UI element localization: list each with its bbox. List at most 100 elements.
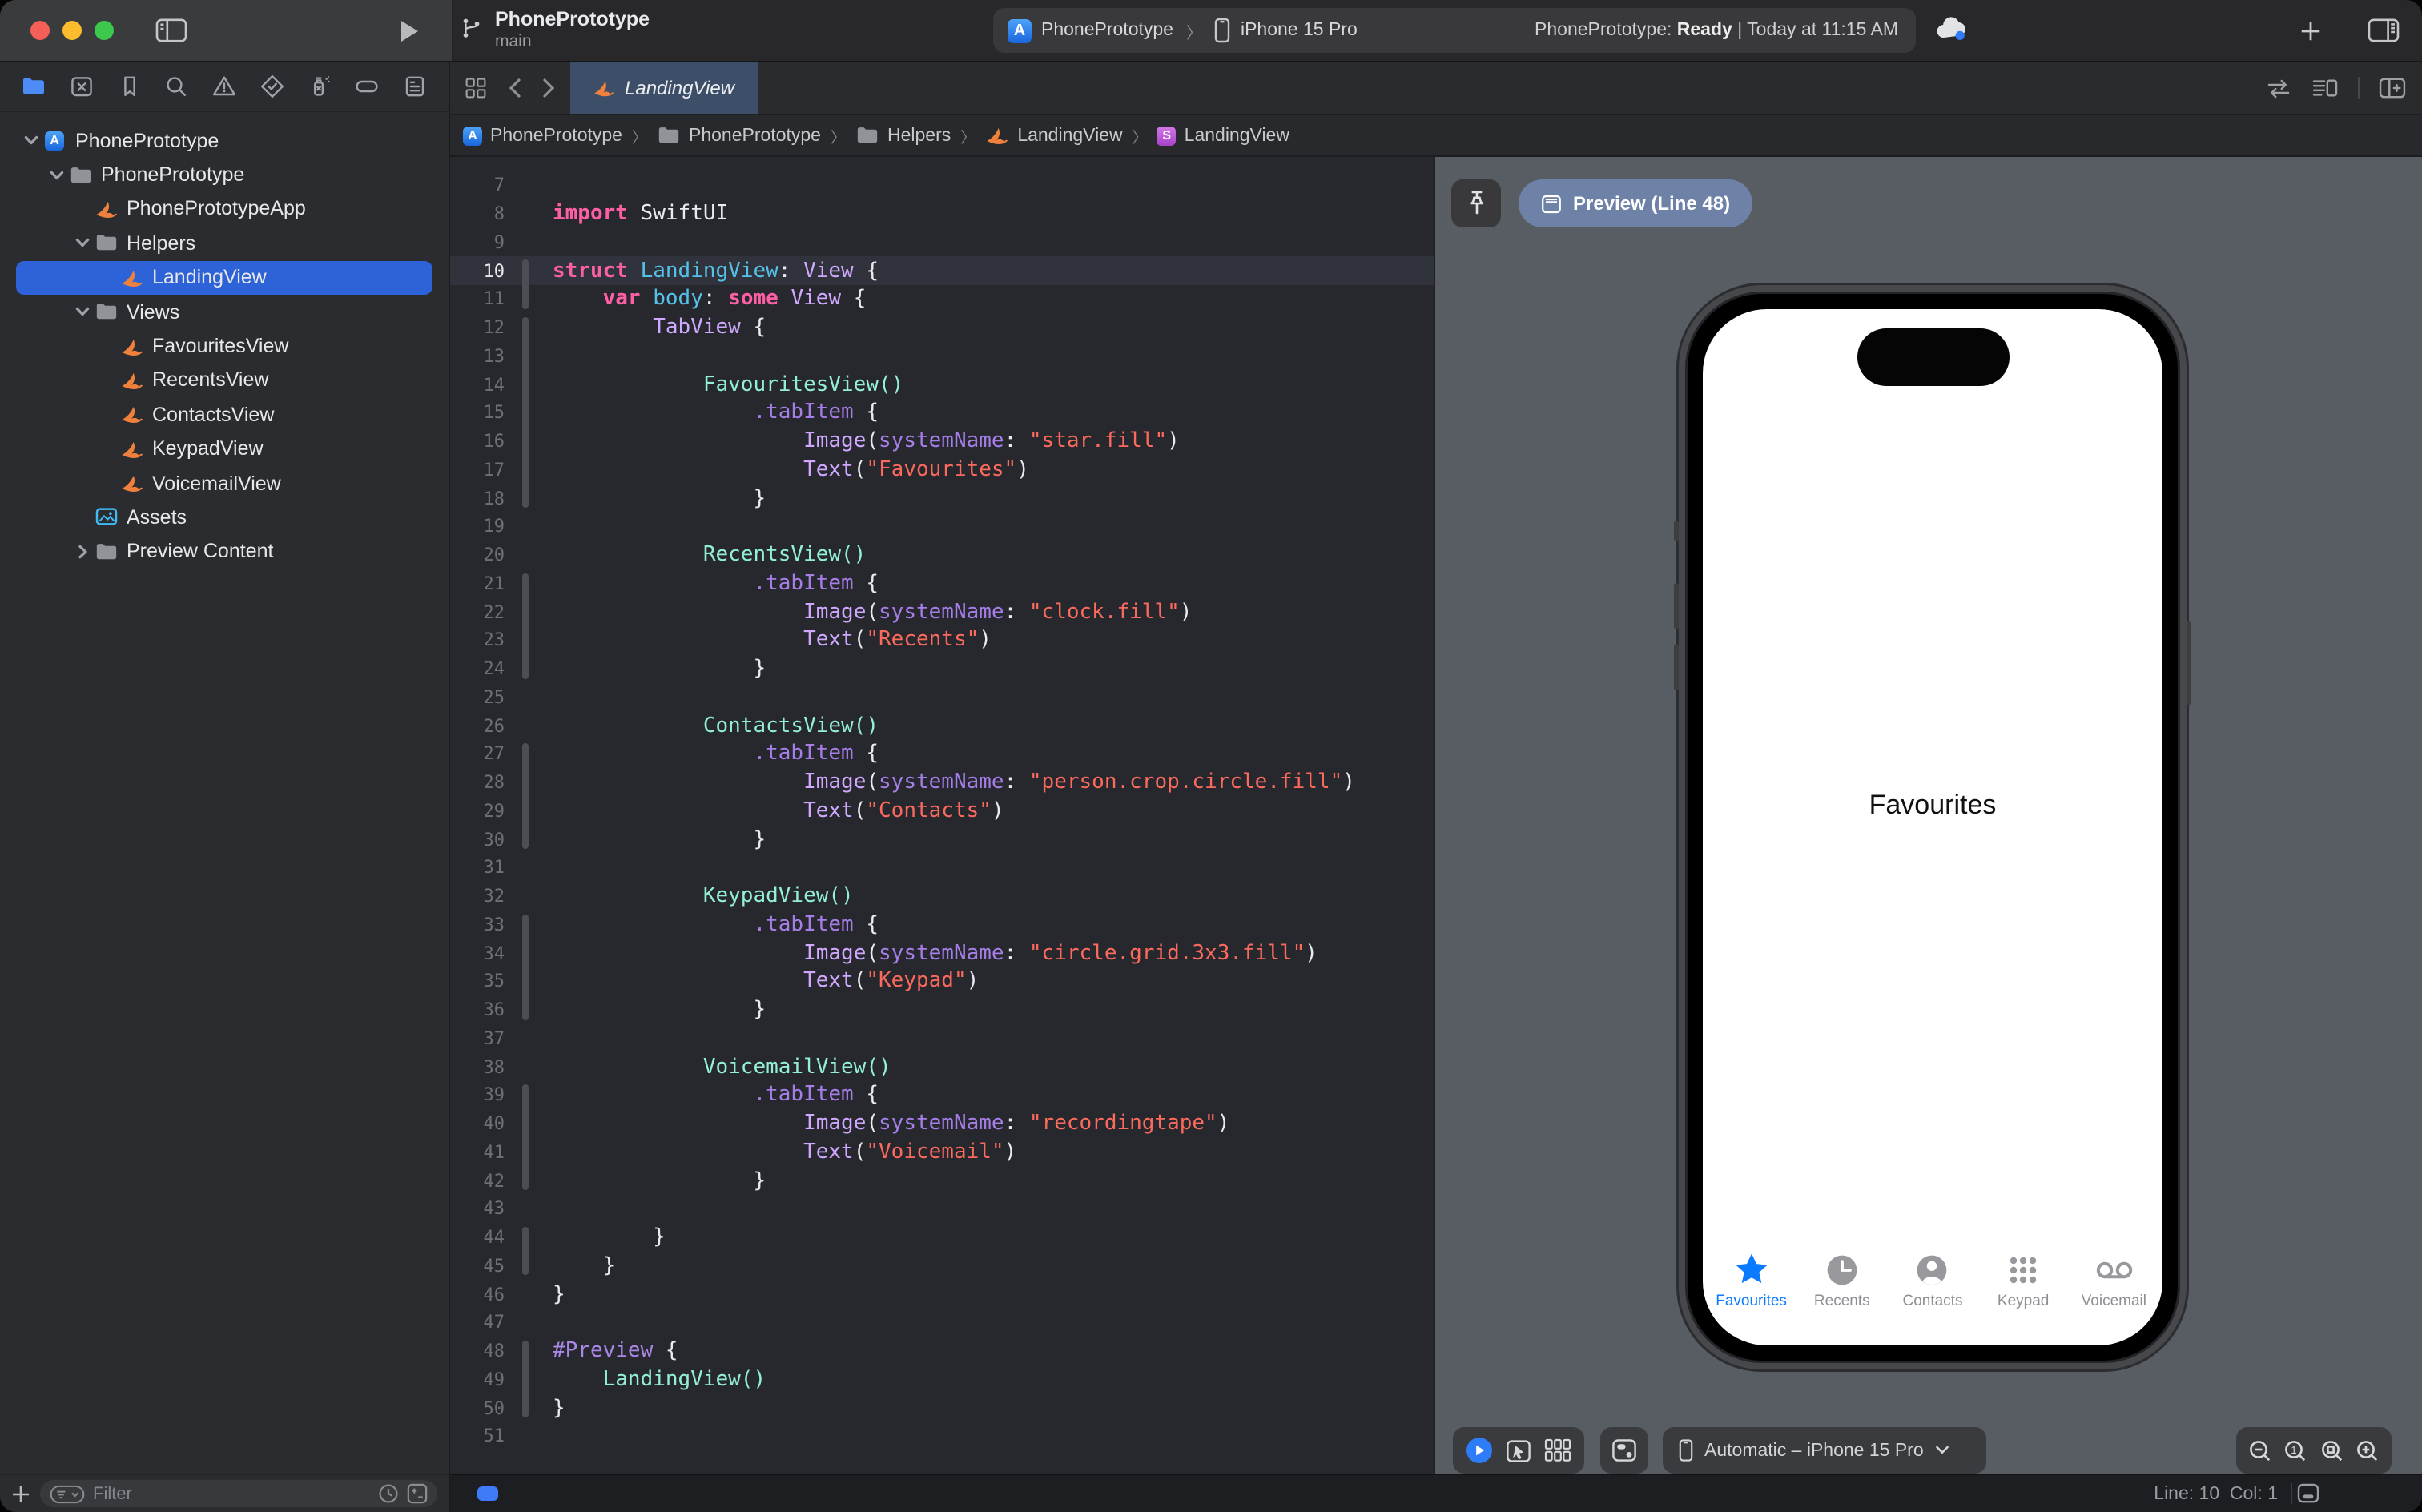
cloud-sync-icon[interactable] [1935, 16, 1970, 43]
code-line-12[interactable]: 12 TabView { [450, 314, 1434, 343]
code-line-34[interactable]: 34 Image(systemName: "circle.grid.3x3.fi… [450, 939, 1434, 968]
live-preview-button[interactable] [1466, 1437, 1493, 1464]
code-line-27[interactable]: 27 .tabItem { [450, 740, 1434, 769]
code-line-35[interactable]: 35 Text("Keypad") [450, 967, 1434, 996]
zoom-in-button[interactable] [2356, 1438, 2381, 1463]
go-forward-icon[interactable] [541, 77, 557, 99]
zoom-out-button[interactable] [2247, 1438, 2272, 1463]
filter-input[interactable]: Filter [40, 1480, 437, 1507]
sidebar-item-phoneprototype[interactable]: A PhonePrototype [16, 123, 432, 158]
breadcrumb-item-phoneprototype[interactable]: PhonePrototype [657, 123, 821, 147]
go-back-icon[interactable] [506, 77, 522, 99]
ios-tab-keypad[interactable]: Keypad [1978, 1248, 2069, 1310]
code-line-47[interactable]: 47 [450, 1309, 1434, 1337]
variants-grid-button[interactable] [1544, 1438, 1571, 1462]
code-line-33[interactable]: 33 .tabItem { [450, 911, 1434, 939]
code-line-8[interactable]: 8 import SwiftUI [450, 200, 1434, 229]
debug-navigator-icon[interactable] [300, 67, 339, 106]
add-editor-plus-icon[interactable] [2299, 18, 2323, 42]
run-button[interactable] [399, 18, 420, 42]
sidebar-item-phoneprototype[interactable]: PhonePrototype [16, 158, 432, 192]
sidebar-item-keypadview[interactable]: KeypadView [16, 432, 432, 466]
toggle-inspector-icon[interactable] [2368, 18, 2400, 43]
code-line-17[interactable]: 17 Text("Favourites") [450, 456, 1434, 485]
add-file-plus-icon[interactable] [11, 1484, 30, 1503]
code-line-20[interactable]: 20 RecentsView() [450, 541, 1434, 570]
project-navigator-icon[interactable] [14, 67, 53, 106]
code-line-13[interactable]: 13 [450, 342, 1434, 371]
source-control-filter-icon[interactable] [407, 1483, 428, 1504]
run-destination[interactable]: iPhone 15 Pro [1241, 21, 1358, 40]
disclosure-down-icon[interactable] [45, 166, 67, 183]
code-line-36[interactable]: 36 } [450, 996, 1434, 1025]
code-line-23[interactable]: 23 Text("Recents") [450, 626, 1434, 655]
code-line-15[interactable]: 15 .tabItem { [450, 399, 1434, 428]
related-items-grid-icon[interactable] [465, 77, 487, 99]
code-line-31[interactable]: 31 [450, 854, 1434, 883]
fold-bar[interactable] [522, 259, 528, 309]
minimize-window-button[interactable] [62, 21, 82, 40]
sidebar-item-favouritesview[interactable]: FavouritesView [16, 329, 432, 364]
source-control-navigator-icon[interactable] [62, 67, 101, 106]
sidebar-item-phoneprototypeapp[interactable]: PhonePrototypeApp [16, 192, 432, 227]
editor-only-layout-icon[interactable] [2297, 1483, 2319, 1504]
device-settings-button[interactable] [1611, 1438, 1637, 1462]
code-line-29[interactable]: 29 Text("Contacts") [450, 797, 1434, 826]
code-line-14[interactable]: 14 FavouritesView() [450, 371, 1434, 400]
toggle-navigator-icon[interactable] [155, 18, 187, 43]
code-line-41[interactable]: 41 Text("Voicemail") [450, 1138, 1434, 1167]
code-line-38[interactable]: 38 VoicemailView() [450, 1053, 1434, 1082]
sidebar-item-voicemailview[interactable]: VoicemailView [16, 466, 432, 501]
close-window-button[interactable] [30, 21, 50, 40]
breadcrumb-item-landingview[interactable]: S LandingView [1157, 126, 1289, 145]
sidebar-item-views[interactable]: Views [16, 295, 432, 329]
code-line-43[interactable]: 43 [450, 1195, 1434, 1224]
code-line-18[interactable]: 18 } [450, 485, 1434, 513]
code-line-37[interactable]: 37 [450, 1024, 1434, 1053]
breakpoints-toggle[interactable] [477, 1486, 498, 1501]
ios-tab-contacts[interactable]: Contacts [1887, 1248, 1977, 1310]
code-line-51[interactable]: 51 [450, 1422, 1434, 1451]
fold-bar[interactable] [522, 914, 528, 1019]
breakpoints-navigator-icon[interactable] [348, 67, 387, 106]
tests-navigator-icon[interactable] [253, 67, 292, 106]
code-line-10[interactable]: 10 struct LandingView: View { [450, 256, 1434, 285]
code-line-39[interactable]: 39 .tabItem { [450, 1081, 1434, 1110]
disclosure-down-icon[interactable] [19, 131, 42, 149]
fold-bar[interactable] [522, 743, 528, 849]
selectable-preview-button[interactable] [1506, 1438, 1531, 1463]
code-line-7[interactable]: 7 [450, 171, 1434, 200]
sidebar-item-recentsview[interactable]: RecentsView [16, 363, 432, 397]
code-line-24[interactable]: 24 } [450, 655, 1434, 684]
editor-layout-icon[interactable] [2311, 77, 2339, 99]
breadcrumb-item-phoneprototype[interactable]: A PhonePrototype [463, 126, 622, 145]
code-line-19[interactable]: 19 [450, 513, 1434, 541]
reports-navigator-icon[interactable] [396, 67, 434, 106]
code-line-48[interactable]: 48 #Preview { [450, 1337, 1434, 1366]
sidebar-item-contactsview[interactable]: ContactsView [16, 397, 432, 432]
preview-tab-chip[interactable]: Preview (Line 48) [1519, 179, 1753, 227]
code-line-32[interactable]: 32 KeypadView() [450, 883, 1434, 911]
fold-bar[interactable] [522, 1340, 528, 1418]
bookmarks-navigator-icon[interactable] [110, 67, 148, 106]
find-navigator-icon[interactable] [158, 67, 196, 106]
code-line-46[interactable]: 46} [450, 1281, 1434, 1309]
swap-editors-icon[interactable] [2265, 78, 2292, 99]
scheme-selector[interactable]: A PhonePrototype 〉 iPhone 15 Pro [993, 18, 1358, 43]
issues-navigator-icon[interactable] [205, 67, 243, 106]
code-line-30[interactable]: 30 } [450, 826, 1434, 855]
disclosure-right-icon[interactable] [70, 543, 93, 561]
preview-device-selector[interactable]: Automatic – iPhone 15 Pro [1663, 1427, 1986, 1474]
code-line-45[interactable]: 45 } [450, 1252, 1434, 1281]
code-line-49[interactable]: 49 LandingView() [450, 1365, 1434, 1394]
code-line-21[interactable]: 21 .tabItem { [450, 569, 1434, 598]
activity-status[interactable]: PhonePrototype: Ready | Today at 11:15 A… [1535, 21, 1916, 40]
code-line-44[interactable]: 44 } [450, 1224, 1434, 1253]
sidebar-item-preview-content[interactable]: Preview Content [16, 534, 432, 569]
code-line-16[interactable]: 16 Image(systemName: "star.fill") [450, 428, 1434, 456]
fold-bar[interactable] [522, 573, 528, 678]
sidebar-item-helpers[interactable]: Helpers [16, 226, 432, 260]
split-editor-icon[interactable] [2379, 77, 2406, 99]
editor-tab-landingview[interactable]: LandingView [570, 62, 758, 114]
code-line-28[interactable]: 28 Image(systemName: "person.crop.circle… [450, 769, 1434, 798]
